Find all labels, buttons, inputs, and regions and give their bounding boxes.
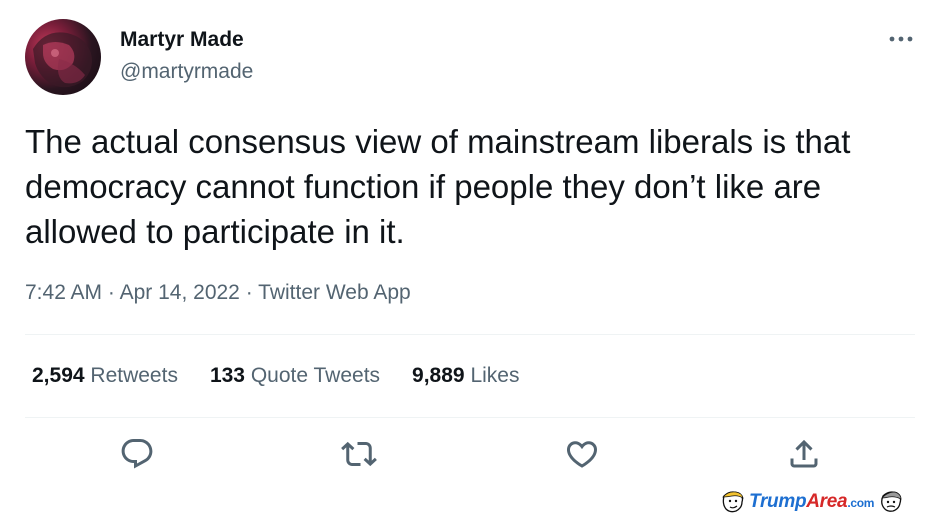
like-icon (566, 441, 598, 468)
retweet-button[interactable] (341, 436, 377, 472)
reply-button[interactable] (119, 436, 155, 472)
display-name[interactable]: Martyr Made (120, 27, 244, 53)
caricature-face-icon (722, 491, 744, 513)
user-handle[interactable]: @martyrmade (120, 59, 253, 85)
more-options-button[interactable] (884, 24, 918, 54)
quote-tweets-stat[interactable]: 133 Quote Tweets (210, 362, 380, 390)
watermark-part2: Area (806, 491, 848, 512)
tweet-time[interactable]: 7:42 AM (25, 281, 102, 304)
more-horizontal-icon (889, 36, 913, 42)
likes-label: Likes (470, 364, 520, 387)
tweet-date[interactable]: Apr 14, 2022 (120, 281, 240, 304)
watermark-part1: Trump (749, 491, 807, 512)
avatar[interactable] (25, 19, 101, 95)
tweet-source[interactable]: Twitter Web App (258, 281, 411, 304)
tweet-metadata: 7:42 AM · Apr 14, 2022 · Twitter Web App (25, 279, 411, 307)
quote-tweets-count: 133 (209, 364, 245, 387)
meta-separator: · (107, 281, 115, 304)
caricature-face-icon (881, 491, 902, 512)
divider (25, 334, 915, 335)
share-icon (790, 439, 818, 468)
share-button[interactable] (786, 436, 822, 472)
retweet-icon (341, 441, 377, 467)
tweet-text: The actual consensus view of mainstream … (25, 123, 851, 250)
like-button[interactable] (564, 436, 600, 472)
watermark-part3: .com (847, 496, 875, 510)
retweets-count: 2,594 (32, 364, 85, 387)
likes-count: 9,889 (412, 364, 465, 387)
engagement-stats: 2,594 Retweets 133 Quote Tweets 9,889 Li… (32, 362, 551, 390)
reply-icon (121, 439, 153, 469)
watermark: TrumpArea.com (720, 489, 938, 515)
profile-avatar-image (33, 32, 92, 88)
divider (25, 417, 915, 418)
retweets-label: Retweets (90, 364, 178, 387)
watermark-text: TrumpArea.com (749, 491, 874, 513)
likes-stat[interactable]: 9,889 Likes (412, 362, 519, 390)
quote-tweets-label: Quote Tweets (250, 364, 381, 387)
retweets-stat[interactable]: 2,594 Retweets (32, 362, 178, 390)
meta-separator: · (245, 281, 253, 304)
